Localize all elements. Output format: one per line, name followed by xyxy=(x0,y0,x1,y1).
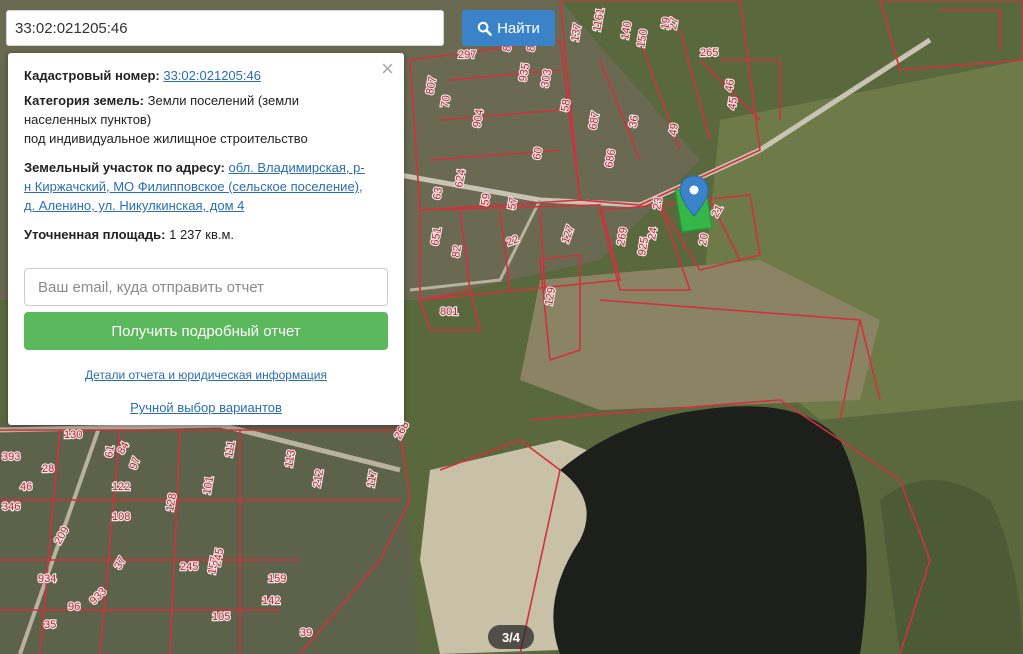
address-label: Земельный участок по адресу: xyxy=(24,160,225,175)
search-button[interactable]: Найти xyxy=(462,10,555,46)
parcel-number-label: 265 xyxy=(700,47,718,59)
search-button-label: Найти xyxy=(497,19,540,37)
parcel-number-label: 57 xyxy=(506,196,520,210)
land-category-value-3: под индивидуальное жилищное строительств… xyxy=(24,131,308,146)
parcel-number-label: 801 xyxy=(440,306,458,318)
land-category-label: Категория земель: xyxy=(24,93,145,108)
parcel-number-label: 108 xyxy=(112,511,130,523)
parcel-number-label: 59 xyxy=(479,192,493,206)
parcel-number-label: 46 xyxy=(723,78,737,92)
parcel-number-label: 130 xyxy=(64,429,82,441)
parcel-number-label: 63 xyxy=(431,186,445,200)
parcel-number-label: 96 xyxy=(68,601,80,613)
parcel-number-label: 70 xyxy=(439,94,453,108)
address-row: Земельный участок по адресу: обл. Владим… xyxy=(24,158,388,215)
parcel-number-label: 105 xyxy=(212,611,230,623)
address-link-2[interactable]: н Киржачский, МО Филипповское (сельское … xyxy=(24,179,363,194)
land-category-value-1: Земли поселений (земли xyxy=(147,93,299,108)
parcel-number-label: 82 xyxy=(450,244,464,258)
parcel-number-label: 142 xyxy=(262,595,280,607)
parcel-number-label: 297 xyxy=(458,49,476,61)
close-icon[interactable]: × xyxy=(381,58,394,80)
get-report-button[interactable]: Получить подробный отчет xyxy=(24,312,388,350)
address-link-3[interactable]: д. Аленино, ул. Никулкинская, дом 4 xyxy=(24,198,244,213)
parcel-number-label: 245 xyxy=(180,561,198,573)
parcel-number-label: 46 xyxy=(20,481,32,493)
address-link-1[interactable]: обл. Владимирская, р- xyxy=(228,160,364,175)
parcel-number-label: 19 xyxy=(659,16,673,30)
parcel-info-panel: × Кадастровый номер: 33:02:021205:46 Кат… xyxy=(8,53,404,425)
search-icon xyxy=(477,21,492,36)
cadastral-number-label: Кадастровый номер: xyxy=(24,68,160,83)
parcel-number-label: 45 xyxy=(726,96,740,110)
search-input[interactable] xyxy=(6,10,444,46)
email-field[interactable] xyxy=(24,268,388,306)
area-row: Уточненная площадь: 1 237 кв.м. xyxy=(24,225,388,244)
parcel-number-label: 39 xyxy=(300,627,312,639)
parcel-number-label: 58 xyxy=(559,98,573,112)
cadastral-number-row: Кадастровый номер: 33:02:021205:46 xyxy=(24,66,388,85)
parcel-number-label: 346 xyxy=(2,501,20,513)
parcel-number-label: 159 xyxy=(268,573,286,585)
parcel-number-label: 35 xyxy=(44,619,56,631)
parcel-number-label: 393 xyxy=(2,451,20,463)
parcel-number-label: 28 xyxy=(42,463,54,475)
area-value: 1 237 кв.м. xyxy=(169,227,235,242)
land-category-value-2: населенных пунктов) xyxy=(24,112,152,127)
parcel-number-label: 23 xyxy=(651,196,665,210)
lake xyxy=(553,406,867,654)
parcel-number-label: 20 xyxy=(697,232,711,246)
parcel-number-label: 36 xyxy=(627,114,641,128)
report-details-link[interactable]: Детали отчета и юридическая информация xyxy=(8,366,404,385)
parcel-number-label: 49 xyxy=(667,122,681,136)
parcel-number-label: 934 xyxy=(38,573,56,585)
manual-selection-link[interactable]: Ручной выбор вариантов xyxy=(8,398,404,417)
parcel-number-label: 60 xyxy=(531,146,545,160)
pagination-badge: 3/4 xyxy=(488,625,534,649)
cadastral-number-link[interactable]: 33:02:021205:46 xyxy=(163,68,261,83)
land-category-row: Категория земель: Земли поселений (земли… xyxy=(24,91,388,148)
area-label: Уточненная площадь: xyxy=(24,227,166,242)
parcel-number-label: 122 xyxy=(112,481,130,493)
